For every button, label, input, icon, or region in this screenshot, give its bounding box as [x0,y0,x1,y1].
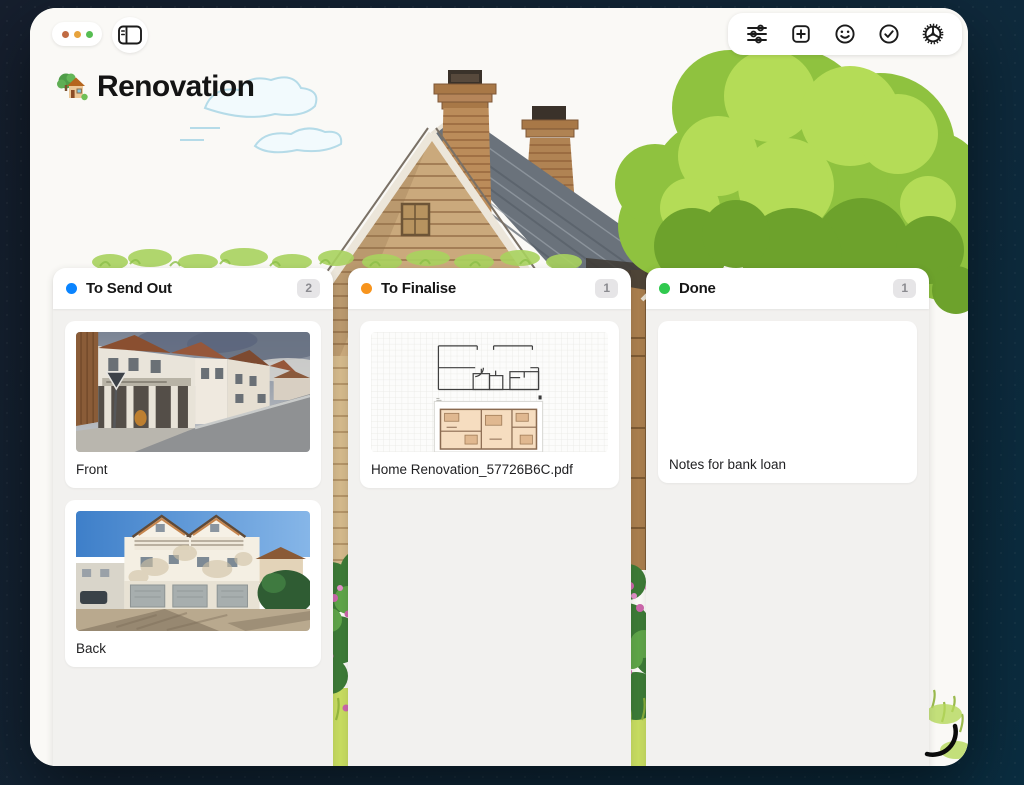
toolbar [728,13,962,55]
card-front[interactable]: Front [65,321,321,488]
card-notes-for-bank-loan[interactable]: Notes for bank loan [658,321,917,483]
column-count-badge: 2 [297,279,320,298]
column-header[interactable]: To Send Out 2 [53,268,333,309]
add-button[interactable] [788,21,814,47]
street-front-photo [76,332,310,452]
column-to-finalise: To Finalise 1 [348,268,631,766]
column-status-dot [659,283,670,294]
column-body: Home Renovation_57726B6C.pdf [348,309,631,766]
filter-sliders-icon [745,22,769,46]
floor-plan-pdf-preview [371,332,608,452]
sidebar-toggle-icon [117,24,143,46]
column-header[interactable]: Done 1 [646,268,929,309]
card-label: Front [76,461,310,478]
page-title[interactable]: Renovation [56,70,254,104]
building-back-photo [76,511,310,631]
filter-sliders-button[interactable] [744,21,770,47]
emoji-icon [833,22,857,46]
minimize-window-dot[interactable] [74,31,81,38]
tasks-check-button[interactable] [876,21,902,47]
traffic-light-pill [52,22,102,46]
corner-resize-indicator[interactable] [919,718,963,762]
add-icon [789,22,813,46]
close-window-dot[interactable] [62,31,69,38]
column-header[interactable]: To Finalise 1 [348,268,631,309]
settings-gear-icon [921,22,945,46]
column-to-send-out: To Send Out 2 [53,268,333,766]
card-label: Notes for bank loan [669,456,906,473]
column-body: Front [53,309,333,766]
column-name: Done [679,280,884,297]
check-circle-icon [877,22,901,46]
card-back[interactable]: Back [65,500,321,667]
column-name: To Finalise [381,280,586,297]
page-title-text: Renovation [97,70,254,104]
sidebar-toggle-button[interactable] [112,17,148,53]
card-floor-plan-pdf[interactable]: Home Renovation_57726B6C.pdf [360,321,619,488]
column-name: To Send Out [86,280,288,297]
column-status-dot [66,283,77,294]
card-label: Home Renovation_57726B6C.pdf [371,461,608,478]
app-window: Renovation To Send Out 2 [30,8,968,766]
column-status-dot [361,283,372,294]
column-body: Notes for bank loan [646,309,929,766]
column-count-badge: 1 [893,279,916,298]
zoom-window-dot[interactable] [86,31,93,38]
card-label: Back [76,640,310,657]
column-done: Done 1 Notes for bank loan [646,268,929,766]
house-with-garden-emoji [56,72,88,102]
settings-button[interactable] [920,21,946,47]
emoji-button[interactable] [832,21,858,47]
column-count-badge: 1 [595,279,618,298]
